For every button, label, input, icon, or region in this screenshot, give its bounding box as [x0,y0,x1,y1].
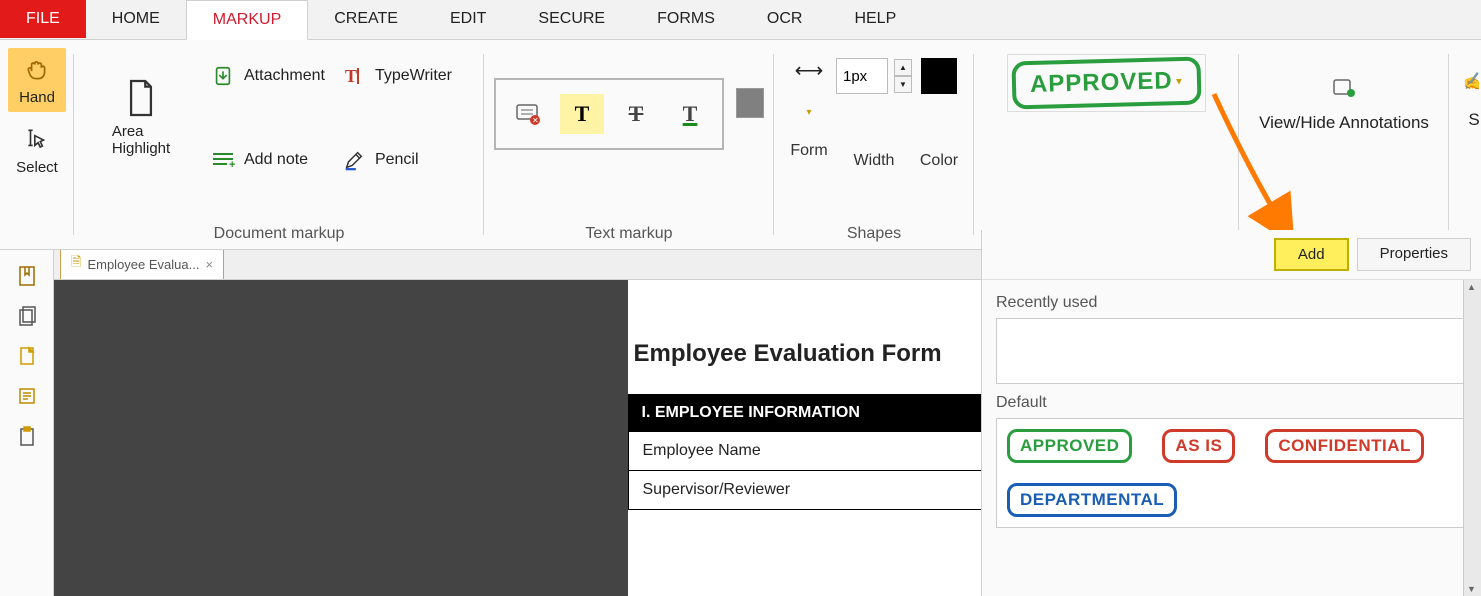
width-spin-up[interactable]: ▲ [894,59,912,76]
shapes-group-label: Shapes [784,219,964,245]
pencil-label: Pencil [375,151,419,169]
select-tool-button[interactable]: Select [8,118,66,182]
menu-markup[interactable]: MARKUP [186,0,308,40]
menu-file[interactable]: FILE [0,0,86,38]
shape-form-dropdown[interactable]: ▾ [796,97,821,128]
text-note-button[interactable]: ✕ [506,94,550,134]
strikethrough-button[interactable]: T [614,94,658,134]
line-width-input[interactable] [836,58,888,94]
view-hide-label: View/Hide Annotations [1259,113,1429,133]
ribbon: Hand Select Area Highlight [0,40,1481,250]
attachment-button[interactable]: Attachment [206,54,329,98]
area-highlight-label: Area Highlight [112,123,170,157]
menu-create[interactable]: CREATE [308,0,424,38]
stamps-properties-button[interactable]: Properties [1357,238,1471,271]
shape-color-swatch[interactable] [921,58,957,94]
hand-tool-button[interactable]: Hand [8,48,66,112]
comments-panel-icon[interactable] [15,384,39,408]
left-sidebar-rail [0,250,54,596]
menu-forms[interactable]: FORMS [631,0,741,38]
typewriter-button[interactable]: T TypeWriter [337,54,456,98]
attachment-label: Attachment [244,67,325,85]
pencil-button[interactable]: Pencil [337,138,456,182]
pages-panel-icon[interactable] [15,304,39,328]
width-spin-down[interactable]: ▼ [894,76,912,93]
menu-edit[interactable]: EDIT [424,0,512,38]
shape-line-icon[interactable]: ⟷ [795,58,824,83]
annotations-icon [1332,78,1356,103]
stamp-departmental[interactable]: DEPARTMENTAL [1007,483,1177,517]
menu-ocr[interactable]: OCR [741,0,829,38]
hand-icon [22,55,52,85]
signatures-button[interactable]: ✍ S [1459,48,1479,130]
hand-tool-label: Hand [19,89,55,106]
typewriter-icon: T [341,63,367,89]
stamp-preview-button[interactable]: APPROVED ▾ [1007,54,1206,112]
page-icon [123,77,159,119]
select-tool-label: Select [16,159,58,176]
document-tab-title: Employee Evalua... [87,257,199,272]
add-note-button[interactable]: + Add note [206,138,329,182]
stamp-approved[interactable]: APPROVED [1007,429,1132,463]
default-stamps-label: Default [996,394,1467,412]
typewriter-label: TypeWriter [375,67,452,85]
document-tab-close[interactable]: × [205,257,213,272]
document-file-icon: 🗎 [71,253,81,275]
menu-secure[interactable]: SECURE [512,0,631,38]
bookmarks-panel-icon[interactable] [15,264,39,288]
attachment-icon [210,63,236,89]
shapes-color-label: Color [920,152,958,170]
view-hide-annotations-button[interactable]: View/Hide Annotations [1249,48,1439,133]
document-tab[interactable]: 🗎 Employee Evalua... × [60,248,224,279]
pencil-icon [341,147,367,173]
stamp-confidential[interactable]: CONFIDENTIAL [1265,429,1424,463]
svg-text:✕: ✕ [532,116,539,125]
note-lines-icon: + [210,147,236,173]
add-note-label: Add note [244,151,308,169]
stamps-add-button[interactable]: Add [1274,238,1349,271]
document-markup-group-label: Document markup [84,219,474,245]
menu-bar: FILE HOME MARKUP CREATE EDIT SECURE FORM… [0,0,1481,40]
menu-help[interactable]: HELP [828,0,922,38]
shapes-width-label: Width [854,152,895,170]
default-stamps-grid: APPROVED AS IS CONFIDENTIAL DEPARTMENTAL [996,418,1467,528]
text-markup-color-swatch[interactable] [736,88,764,118]
text-markup-toolbox: ✕ T T T [494,78,724,150]
recently-used-label: Recently used [996,294,1467,312]
stamps-panel-scrollbar[interactable] [1463,280,1481,596]
shapes-form-label: Form [790,142,827,160]
stamp-as-is[interactable]: AS IS [1162,429,1235,463]
svg-text:+: + [229,159,235,170]
attachments-panel-icon[interactable] [15,344,39,368]
select-cursor-icon [22,125,52,155]
highlight-text-button[interactable]: T [560,94,604,134]
svg-text:T: T [345,66,357,86]
menu-home[interactable]: HOME [86,0,186,38]
text-markup-group-label: Text markup [494,219,764,245]
underline-button[interactable]: T [668,94,712,134]
signature-icon: ✍ [1463,72,1479,92]
approved-stamp-graphic: APPROVED ▾ [1012,57,1202,110]
clipboard-panel-icon[interactable] [15,424,39,448]
stamps-panel: Add Properties Recently used Default APP… [981,230,1481,596]
area-highlight-button[interactable]: Area Highlight [112,72,170,162]
recently-used-stamps-box [996,318,1467,384]
